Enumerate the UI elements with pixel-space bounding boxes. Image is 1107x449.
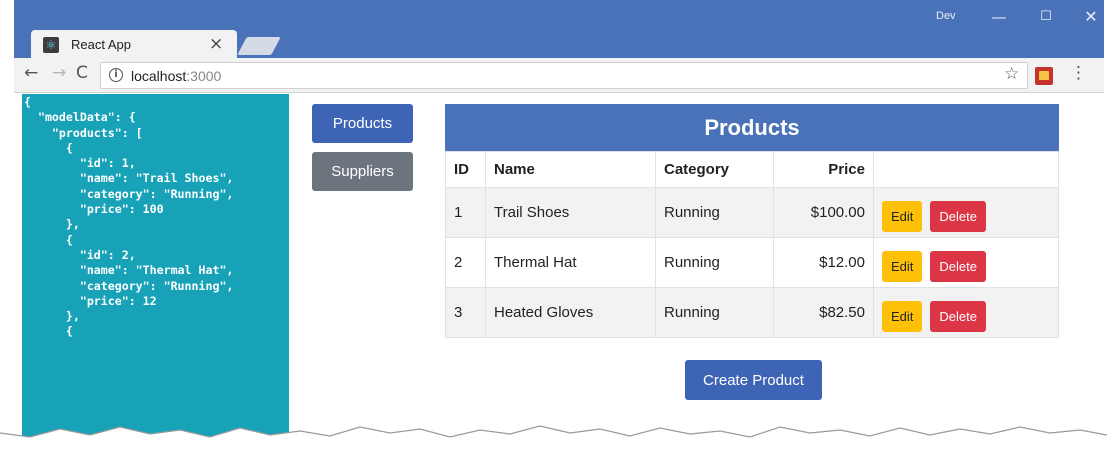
table-row: 3 Heated Gloves Running $82.50 Edit Delet… bbox=[445, 287, 1059, 338]
delete-button[interactable]: Delete bbox=[930, 201, 986, 232]
table-title: Products bbox=[445, 104, 1059, 151]
maximize-icon[interactable]: ☐ bbox=[1031, 4, 1061, 30]
column-header-name: Name bbox=[485, 151, 656, 188]
column-header-id: ID bbox=[445, 151, 486, 188]
cell-actions: Edit Delete bbox=[873, 287, 1059, 338]
reload-icon[interactable]: C bbox=[76, 63, 88, 83]
products-table-container: Products ID Name Category Price 1 Trail … bbox=[445, 104, 1059, 338]
table-row: 2 Thermal Hat Running $12.00 Edit Delete bbox=[445, 237, 1059, 288]
table-header-row: ID Name Category Price bbox=[445, 151, 1059, 188]
delete-button[interactable]: Delete bbox=[930, 301, 986, 332]
cell-id: 3 bbox=[445, 287, 486, 338]
forward-arrow-icon[interactable]: → bbox=[52, 63, 66, 83]
cell-name: Heated Gloves bbox=[485, 287, 656, 338]
bookmark-star-icon[interactable]: ☆ bbox=[1004, 64, 1019, 84]
products-button[interactable]: Products bbox=[312, 104, 413, 143]
url-port: :3000 bbox=[186, 68, 222, 84]
cell-actions: Edit Delete bbox=[873, 187, 1059, 238]
cell-category: Running bbox=[655, 237, 774, 288]
back-arrow-icon[interactable]: ← bbox=[24, 63, 38, 83]
cell-id: 1 bbox=[445, 187, 486, 238]
address-bar[interactable]: i localhost:3000 bbox=[100, 62, 1028, 89]
table-row: 1 Trail Shoes Running $100.00 Edit Delete bbox=[445, 187, 1059, 238]
cell-category: Running bbox=[655, 187, 774, 238]
cell-actions: Edit Delete bbox=[873, 237, 1059, 288]
close-window-icon[interactable]: ✕ bbox=[1076, 4, 1106, 30]
new-tab-button[interactable] bbox=[237, 37, 281, 55]
torn-edge-decoration bbox=[0, 425, 1107, 449]
cell-name: Trail Shoes bbox=[485, 187, 656, 238]
edit-button[interactable]: Edit bbox=[882, 201, 923, 232]
profile-label[interactable]: Dev bbox=[936, 10, 956, 22]
delete-button[interactable]: Delete bbox=[930, 251, 986, 282]
url-host: localhost bbox=[131, 68, 187, 84]
cell-price: $82.50 bbox=[773, 287, 874, 338]
edit-button[interactable]: Edit bbox=[882, 251, 923, 282]
edit-button[interactable]: Edit bbox=[882, 301, 923, 332]
tab-title: React App bbox=[71, 37, 131, 52]
minimize-icon[interactable]: — bbox=[984, 4, 1014, 30]
products-table: ID Name Category Price 1 Trail Shoes Run… bbox=[445, 151, 1059, 338]
cell-id: 2 bbox=[445, 237, 486, 288]
info-icon[interactable]: i bbox=[109, 68, 123, 82]
json-text: { "modelData": { "products": [ { "id": 1… bbox=[24, 95, 234, 339]
cell-price: $12.00 bbox=[773, 237, 874, 288]
kebab-menu-icon[interactable]: ⋮ bbox=[1070, 63, 1087, 83]
column-header-price: Price bbox=[773, 151, 874, 188]
column-header-actions bbox=[873, 151, 1059, 188]
cell-price: $100.00 bbox=[773, 187, 874, 238]
json-data-panel: { "modelData": { "products": [ { "id": 1… bbox=[22, 94, 289, 449]
url-text[interactable]: localhost:3000 bbox=[131, 68, 221, 84]
create-product-button[interactable]: Create Product bbox=[685, 360, 822, 400]
column-header-category: Category bbox=[655, 151, 774, 188]
cell-category: Running bbox=[655, 287, 774, 338]
react-favicon-icon: ⚛ bbox=[43, 37, 59, 53]
browser-titlebar: ⚛ React App × Dev — ☐ ✕ bbox=[14, 0, 1106, 60]
cell-name: Thermal Hat bbox=[485, 237, 656, 288]
tab-close-icon[interactable]: × bbox=[209, 34, 223, 54]
suppliers-button[interactable]: Suppliers bbox=[312, 152, 413, 191]
browser-tab[interactable]: ⚛ React App × bbox=[31, 30, 237, 60]
extension-icon[interactable] bbox=[1035, 67, 1053, 85]
browser-toolbar: ← → C i localhost:3000 ☆ ⋮ bbox=[14, 58, 1104, 93]
